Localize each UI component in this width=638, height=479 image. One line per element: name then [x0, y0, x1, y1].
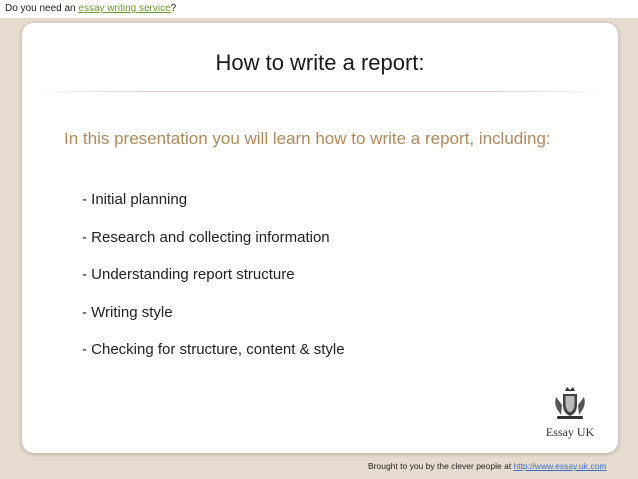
banner-suffix: ? [170, 3, 177, 14]
crest-icon [555, 387, 585, 419]
essay-uk-logo: Essay UK [540, 385, 600, 445]
slide: How to write a report: In this presentat… [22, 23, 618, 453]
logo-text: Essay UK [545, 425, 595, 439]
bullet-item: - Initial planning [82, 191, 188, 208]
essay-uk-site-link[interactable]: http://www.essay.uk.com [514, 461, 607, 471]
footer-prefix: Brought to you by the clever people at [368, 461, 514, 471]
essay-writing-service-link[interactable]: essay writing service [78, 3, 170, 14]
bullet-item: - Writing style [82, 303, 173, 321]
intro-text: In this presentation you will learn how … [64, 129, 551, 148]
title-divider [32, 91, 608, 92]
banner-prefix: Do you need an [5, 3, 79, 14]
bullet-item: - Research and collecting information [82, 228, 330, 246]
bullet-list: - Initial planning - Research and collec… [82, 191, 345, 379]
slide-title: How to write a report: [215, 50, 425, 75]
bullet-item: - Understanding report structure [82, 266, 295, 283]
top-banner: Do you need an essay writing service? [0, 0, 638, 18]
bullet-item: - Checking for structure, content & styl… [82, 341, 345, 358]
footer: Brought to you by the clever people at h… [368, 461, 606, 471]
